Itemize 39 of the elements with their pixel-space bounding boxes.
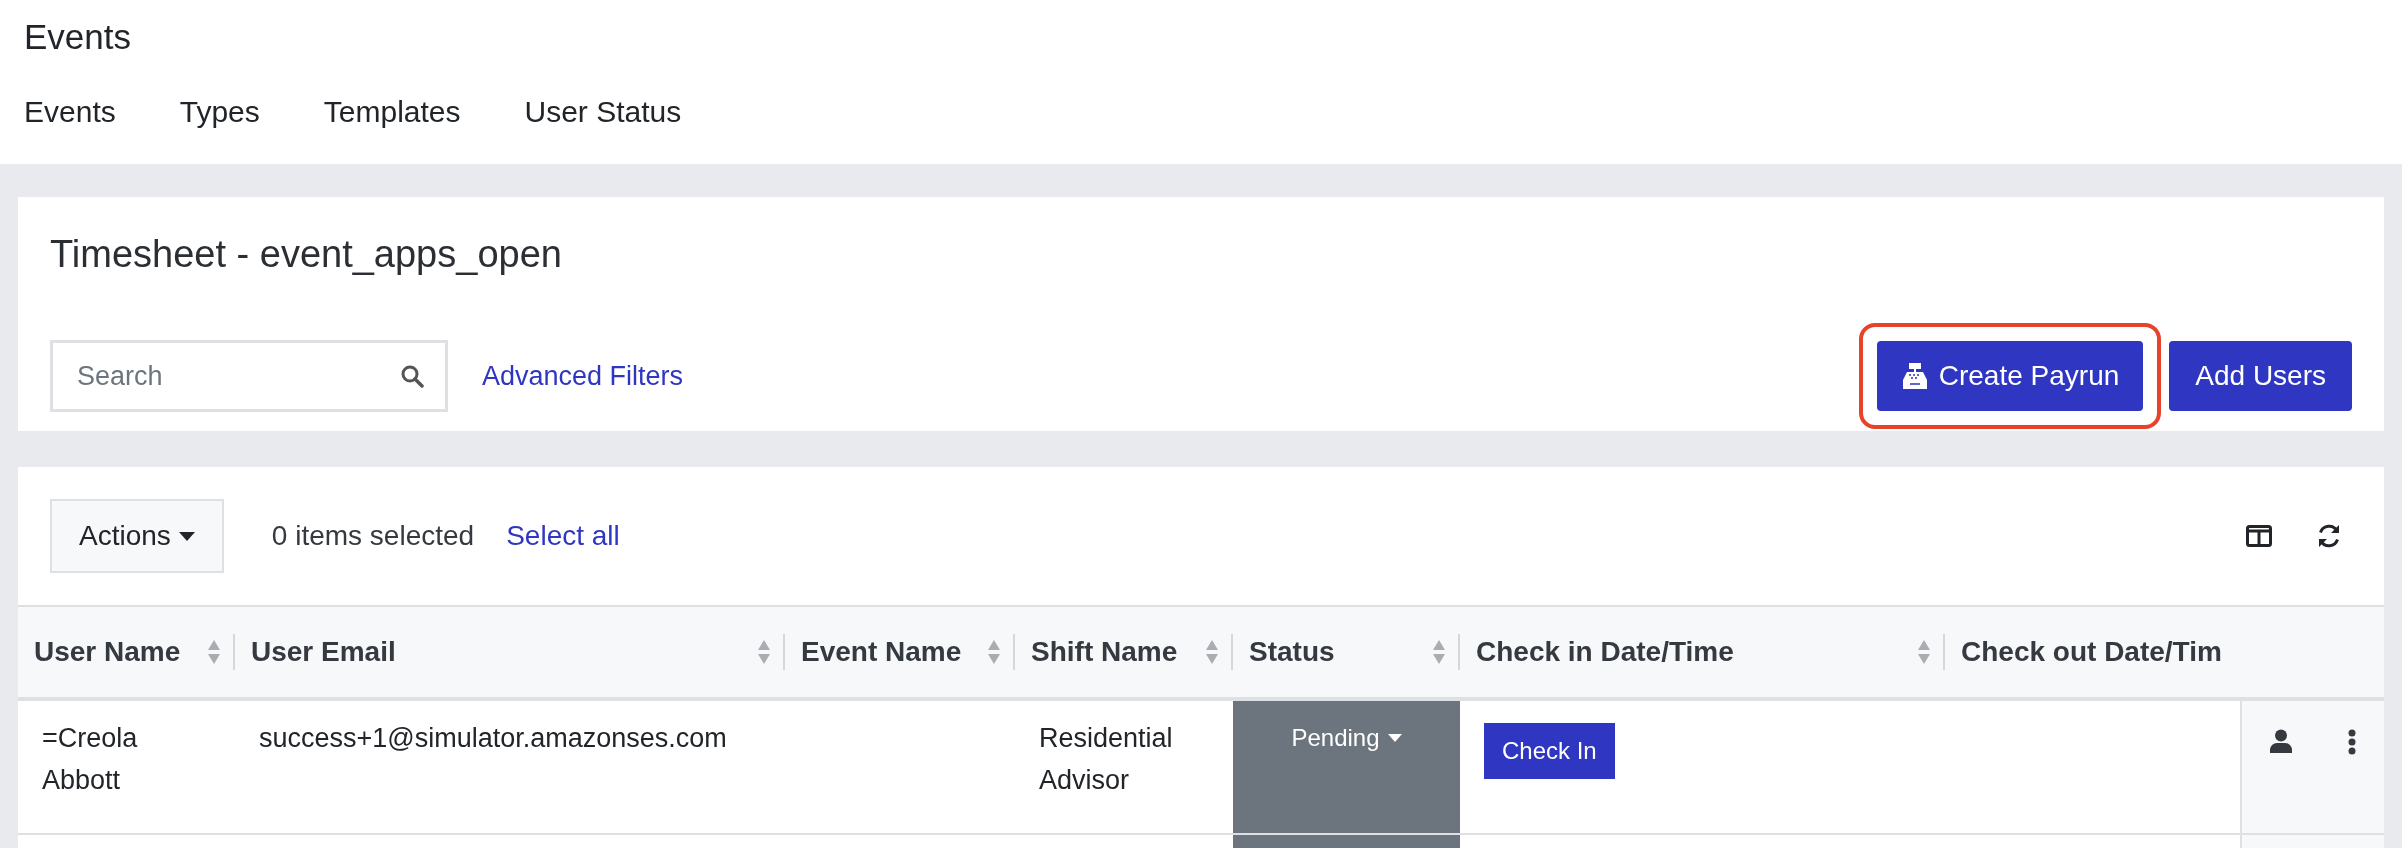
- search-field[interactable]: Search: [50, 340, 448, 412]
- column-header: Check in Date/Time: [1476, 635, 1735, 669]
- sort-icon[interactable]: [987, 639, 1001, 665]
- nav-tab[interactable]: Types: [179, 88, 260, 134]
- panel-title: Timesheet - event_apps_open: [50, 232, 563, 277]
- selection-count: 0 items selected: [271, 519, 475, 553]
- column-header: Shift Name: [1031, 635, 1179, 669]
- nav-tab[interactable]: User Status: [524, 88, 682, 134]
- table-cell-text: =Creola Abbott: [41, 722, 139, 797]
- column-header: Status: [1249, 635, 1336, 669]
- status-dropdown[interactable]: Pending: [1291, 717, 1402, 759]
- create-payrun-button[interactable]: Create Payrun: [1876, 341, 2144, 411]
- actions-dropdown[interactable]: Actions: [50, 499, 224, 573]
- refresh-icon[interactable]: [2316, 523, 2342, 549]
- sort-icon[interactable]: [1205, 639, 1219, 665]
- sort-icon[interactable]: [1917, 639, 1931, 665]
- table-cell-text: success+1@simulator.amazonses.com: [258, 722, 728, 755]
- page-title: Events: [24, 16, 132, 58]
- cash-register-icon: [1900, 362, 1929, 390]
- caret-icon: [1387, 734, 1402, 742]
- search-icon: [400, 364, 424, 388]
- column-header: Event Name: [801, 635, 963, 669]
- sort-icon[interactable]: [757, 639, 771, 665]
- advanced-filters-link[interactable]: Advanced Filters: [482, 355, 684, 397]
- sort-icon[interactable]: [1432, 639, 1446, 665]
- select-all-link[interactable]: Select all: [506, 515, 620, 557]
- column-header: User Email: [251, 635, 397, 669]
- nav-tab[interactable]: Templates: [323, 88, 461, 134]
- columns-icon[interactable]: [2246, 525, 2272, 547]
- user-icon[interactable]: [2270, 729, 2292, 753]
- column-header: User Name: [34, 635, 182, 669]
- column-header: Check out Date/Tim: [1961, 635, 2223, 669]
- more-options-icon[interactable]: [2348, 729, 2356, 755]
- sort-icon[interactable]: [207, 639, 221, 665]
- add-users-button[interactable]: Add Users: [2169, 341, 2352, 411]
- nav-tab[interactable]: Events: [24, 88, 116, 134]
- table-cell-text: Residential Advisor: [1038, 722, 1174, 797]
- check-in-button[interactable]: Check In: [1484, 723, 1615, 779]
- caret-icon: [178, 531, 195, 541]
